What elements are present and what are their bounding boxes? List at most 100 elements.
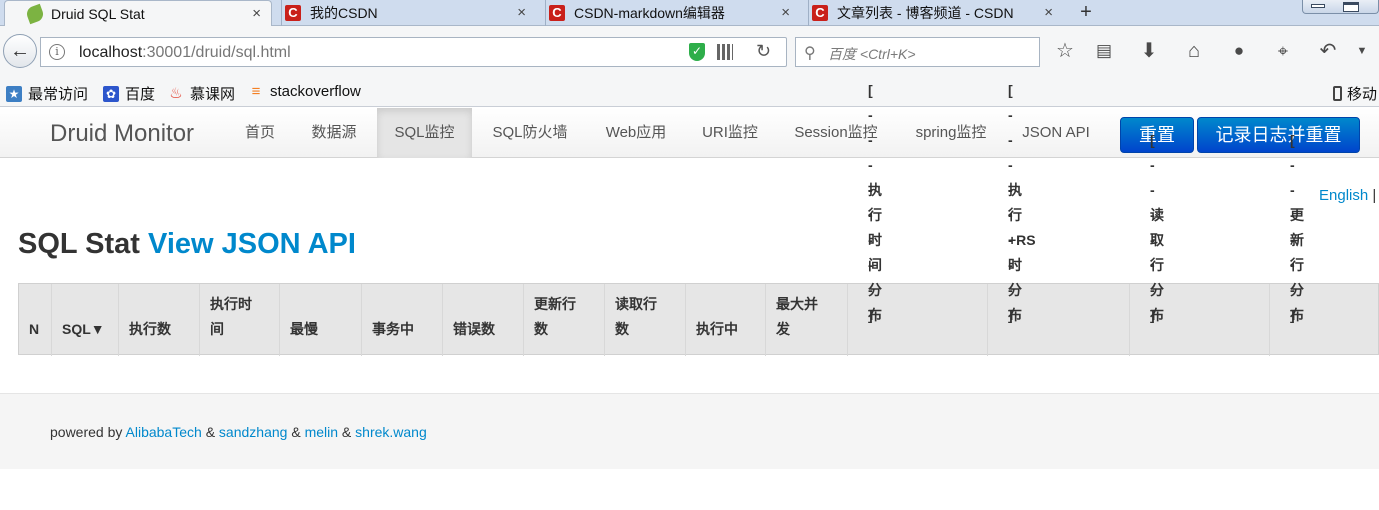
header-histogram: [ - - - - - - ] [1290, 132, 1296, 323]
back-button[interactable]: ← [3, 34, 37, 68]
column-header-exec-time-histogram[interactable]: 执行时间分布[ - - - - - - - - ] [847, 82, 987, 356]
mobile-bookmarks[interactable]: 移动 [1333, 83, 1377, 104]
new-tab-button[interactable]: + [1073, 0, 1099, 26]
english-link[interactable]: English [1319, 187, 1368, 204]
maximize-button[interactable] [1343, 2, 1359, 12]
column-header-running[interactable]: 执行中 [685, 284, 765, 356]
stackoverflow-icon: ≡ [251, 82, 261, 100]
bookmark-most-visited[interactable]: ★ 最常访问 [6, 83, 88, 104]
leaf-icon [24, 3, 46, 25]
header-label: 更新行 数 [534, 296, 576, 337]
close-icon[interactable]: × [252, 5, 261, 22]
minimize-button[interactable] [1311, 4, 1325, 8]
bookmark-imooc[interactable]: ♨ 慕课网 [168, 83, 235, 104]
chat-icon[interactable]: ● [1226, 40, 1252, 62]
bookmark-star-icon[interactable]: ☆ [1052, 40, 1078, 62]
header-label: 事务中 [372, 321, 414, 337]
nav-session-monitor[interactable]: Session监控 [776, 108, 896, 158]
tab-my-csdn[interactable]: C 我的CSDN × [281, 0, 536, 26]
bookmark-baidu[interactable]: ✿ 百度 [103, 83, 155, 104]
footer-link-sandzhang[interactable]: sandzhang [219, 424, 288, 440]
imooc-icon: ♨ [169, 84, 183, 102]
url-bar[interactable]: i localhost:30001/druid/sql.html ✓ ↻ [40, 37, 787, 67]
browser-tab-strip: Druid SQL Stat × C 我的CSDN × C CSDN-markd… [0, 0, 1379, 27]
column-header-error-count[interactable]: 错误数 [442, 284, 523, 356]
nav-web-app[interactable]: Web应用 [588, 108, 684, 158]
brand-title[interactable]: Druid Monitor [50, 120, 194, 148]
tab-csdn-markdown[interactable]: C CSDN-markdown编辑器 × [545, 0, 800, 26]
footer-separator: & [341, 424, 352, 440]
lang-separator: | [1372, 187, 1377, 204]
nav-uri-monitor[interactable]: URI监控 [686, 108, 774, 158]
header-label: 执行时 间 [210, 296, 252, 337]
log-and-reset-button[interactable]: 记录日志并重置 [1197, 117, 1360, 153]
tab-druid-sql-stat[interactable]: Druid SQL Stat × [4, 0, 272, 27]
undo-icon[interactable]: ↶ [1315, 40, 1341, 62]
column-header-in-transaction[interactable]: 事务中 [361, 284, 442, 356]
nav-sql-firewall[interactable]: SQL防火墙 [474, 108, 586, 158]
csdn-icon: C [285, 5, 301, 21]
tab-label: CSDN-markdown编辑器 [574, 5, 725, 21]
reload-icon[interactable]: ↻ [756, 41, 771, 62]
url-host: localhost [79, 44, 143, 61]
home-icon[interactable]: ⌂ [1181, 40, 1207, 62]
tab-label: 我的CSDN [310, 5, 378, 21]
footer-link-melin[interactable]: melin [305, 424, 338, 440]
crop-icon[interactable]: ⌖ [1270, 40, 1296, 62]
footer-link-shrek-wang[interactable]: shrek.wang [355, 424, 427, 440]
bookmark-stackoverflow[interactable]: ≡ stackoverflow [248, 83, 361, 100]
mobile-icon [1333, 86, 1342, 101]
column-header-update-rows[interactable]: 更新行 数 [523, 284, 604, 356]
url-text[interactable]: localhost:30001/druid/sql.html [79, 44, 291, 62]
tab-label: Druid SQL Stat [51, 6, 145, 22]
column-header-max-concurrent[interactable]: 最大并 发 [765, 284, 847, 356]
download-icon[interactable]: ⬇ [1136, 40, 1162, 62]
csdn-icon: C [549, 5, 565, 21]
column-header-read-rows[interactable]: 读取行 数 [604, 284, 685, 356]
header-label: SQL▼ [62, 321, 105, 337]
browser-toolbar: ← i localhost:30001/druid/sql.html ✓ ↻ ⚲… [0, 26, 1379, 78]
header-label: 最大并 发 [776, 296, 818, 337]
language-switch: English | [1319, 187, 1376, 204]
header-label: 读取行 数 [615, 296, 657, 337]
column-header-exec-count[interactable]: 执行数 [118, 284, 199, 356]
nav-spring-monitor[interactable]: spring监控 [898, 108, 1004, 158]
info-icon[interactable]: i [49, 44, 65, 60]
reading-list-icon[interactable]: ▤ [1091, 40, 1117, 62]
close-icon[interactable]: × [1044, 4, 1053, 21]
header-label: N [29, 321, 40, 337]
chevron-down-icon[interactable]: ▼ [1349, 40, 1375, 62]
column-header-n[interactable]: N [19, 284, 51, 356]
column-header-exec-rs-histogram[interactable]: 执行+RS时分布[ - - - - - - - - ] [987, 82, 1129, 356]
close-icon[interactable]: × [517, 4, 526, 21]
nav-sql-monitor[interactable]: SQL监控 [377, 108, 472, 158]
shield-icon[interactable]: ✓ [689, 43, 705, 61]
column-header-slowest[interactable]: 最慢 [279, 284, 361, 356]
druid-navbar: Druid Monitor 首页 数据源 SQL监控 SQL防火墙 Web应用 … [0, 108, 1379, 158]
arrow-left-icon: ← [10, 40, 30, 62]
column-header-update-rows-histogram[interactable]: 更新行分布[ - - - - - - ] [1269, 132, 1379, 356]
nav-json-api[interactable]: JSON API [1006, 108, 1106, 158]
qr-code-icon[interactable] [717, 44, 733, 60]
reset-button[interactable]: 重置 [1120, 117, 1194, 153]
bookmark-label: 慕课网 [190, 86, 236, 103]
search-placeholder: 百度 <Ctrl+K> [828, 46, 916, 62]
bookmark-label: 百度 [125, 86, 156, 103]
bookmark-label: 最常访问 [28, 86, 89, 103]
close-icon[interactable]: × [781, 4, 790, 21]
column-header-sql[interactable]: SQL▼ [51, 284, 118, 356]
search-icon: ⚲ [804, 45, 816, 62]
header-label: 最慢 [290, 321, 318, 337]
nav-home[interactable]: 首页 [228, 108, 292, 158]
header-label: 执行数 [129, 321, 171, 337]
view-json-api-link[interactable]: View JSON API [148, 228, 356, 260]
header-histogram: [ - - - - - - ] [1150, 132, 1156, 323]
column-header-read-rows-histogram[interactable]: 读取行分布[ - - - - - - ] [1129, 132, 1269, 356]
mobile-bookmarks-label: 移动 [1347, 86, 1378, 103]
footer-link-alibabatech[interactable]: AlibabaTech [126, 424, 202, 440]
search-bar[interactable]: ⚲ 百度 <Ctrl+K> [795, 37, 1040, 67]
column-header-exec-time[interactable]: 执行时 间 [199, 284, 279, 356]
bookmark-label: stackoverflow [270, 83, 361, 100]
nav-datasource[interactable]: 数据源 [294, 108, 374, 158]
tab-article-list[interactable]: C 文章列表 - 博客频道 - CSDN × [808, 0, 1063, 26]
